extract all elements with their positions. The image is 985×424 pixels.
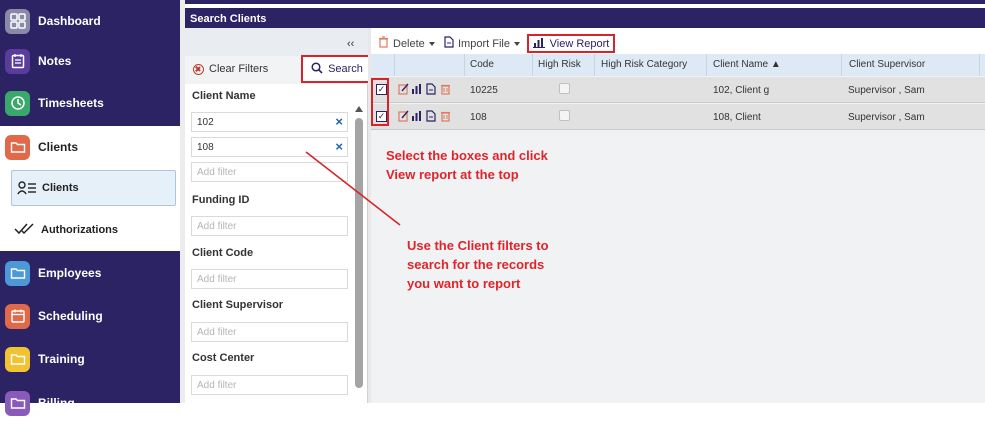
annotation-pointer-line (305, 151, 401, 226)
